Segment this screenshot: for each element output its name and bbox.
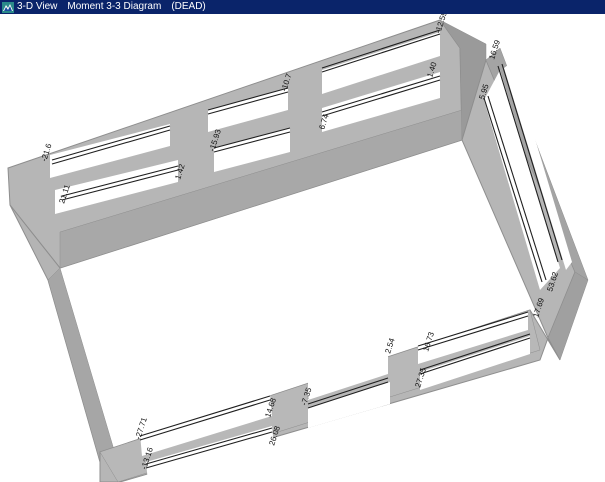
title-view: 3-D View xyxy=(17,1,58,12)
title-bar: 3-D View Moment 3-3 Diagram (DEAD) xyxy=(0,0,605,14)
app-window: 3-D View Moment 3-3 Diagram (DEAD) -21.6… xyxy=(0,0,605,482)
right-wall[interactable] xyxy=(439,19,589,361)
structure-3d-view[interactable]: -21.6 21.11 1.42 -10.7 -15.93 6.74 -12.5… xyxy=(0,14,605,482)
model-canvas[interactable]: -21.6 21.11 1.42 -10.7 -15.93 6.74 -12.5… xyxy=(0,14,605,482)
label-front-6: 2.54 xyxy=(383,337,397,355)
title-load-case: (DEAD) xyxy=(171,1,206,12)
back-wall[interactable] xyxy=(7,19,463,269)
app-icon xyxy=(2,1,14,13)
title-diagram: Moment 3-3 Diagram xyxy=(67,1,162,12)
front-wall[interactable] xyxy=(99,309,561,482)
